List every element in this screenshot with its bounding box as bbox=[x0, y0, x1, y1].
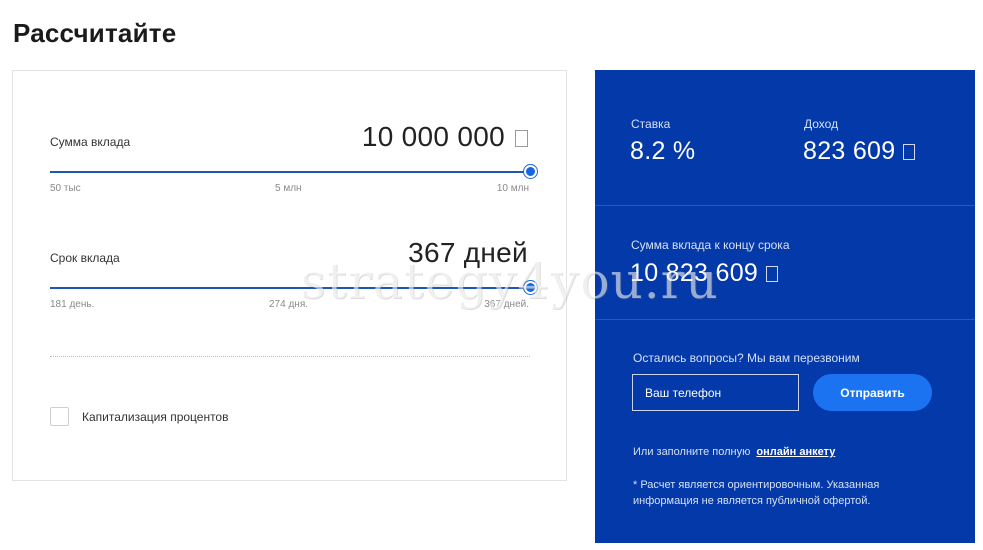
hint-row: Или заполните полную онлайн анкету bbox=[633, 446, 835, 458]
deposit-term-slider-thumb[interactable] bbox=[523, 281, 537, 294]
dotted-divider bbox=[50, 356, 530, 357]
send-button[interactable]: Отправить bbox=[813, 374, 932, 411]
total-number: 10 823 609 bbox=[630, 259, 759, 287]
deposit-amount-slider[interactable] bbox=[50, 171, 530, 173]
deposit-term-tick-min: 181 день. bbox=[50, 299, 95, 310]
page-title: Рассчитайте bbox=[13, 18, 177, 48]
deposit-amount-tick-max: 10 млн bbox=[496, 183, 529, 194]
deposit-term-value[interactable]: 367 дней bbox=[408, 237, 528, 269]
deposit-term-number: 367 дней bbox=[408, 237, 528, 268]
rate-label: Ставка bbox=[631, 117, 671, 131]
deposit-amount-number: 10 000 000 bbox=[361, 121, 505, 152]
ruble-icon bbox=[903, 144, 916, 160]
deposit-amount-value[interactable]: 10 000 000 bbox=[362, 121, 528, 153]
result-panel: Ставка 8.2 % Доход 823 609 Сумма вклада … bbox=[595, 70, 975, 543]
deposit-amount-slider-thumb[interactable] bbox=[523, 165, 537, 178]
panel-divider bbox=[595, 319, 975, 320]
income-value: 823 609 bbox=[803, 137, 916, 166]
ruble-icon bbox=[515, 130, 528, 147]
total-label: Сумма вклада к концу срока bbox=[631, 238, 790, 252]
rate-value: 8.2 % bbox=[630, 137, 696, 165]
hint-text: Или заполните полную bbox=[633, 446, 751, 458]
deposit-amount-tick-mid: 5 млн bbox=[275, 183, 302, 194]
phone-input[interactable] bbox=[632, 374, 799, 411]
calculator-card: Сумма вклада 10 000 000 50 тыс 5 млн 10 … bbox=[12, 70, 567, 481]
deposit-term-tick-max: 367 дней. bbox=[484, 299, 529, 310]
deposit-term-tick-mid: 274 дня. bbox=[269, 299, 309, 310]
deposit-amount-label: Сумма вклада bbox=[50, 135, 131, 149]
deposit-amount-tick-min: 50 тыс bbox=[50, 183, 81, 194]
deposit-term-slider[interactable] bbox=[50, 287, 530, 289]
online-form-link[interactable]: онлайн анкету bbox=[756, 446, 835, 458]
total-value: 10 823 609 bbox=[630, 259, 779, 288]
ruble-icon bbox=[766, 266, 779, 282]
capitalization-label[interactable]: Капитализация процентов bbox=[82, 410, 228, 424]
disclaimer: * Расчет является ориентировочным. Указа… bbox=[633, 479, 880, 507]
capitalization-checkbox[interactable] bbox=[50, 407, 69, 426]
callback-question: Остались вопросы? Мы вам перезвоним bbox=[633, 351, 860, 365]
panel-divider bbox=[595, 205, 975, 206]
income-label: Доход bbox=[804, 117, 839, 131]
income-number: 823 609 bbox=[803, 137, 896, 165]
deposit-term-label: Срок вклада bbox=[50, 251, 120, 265]
